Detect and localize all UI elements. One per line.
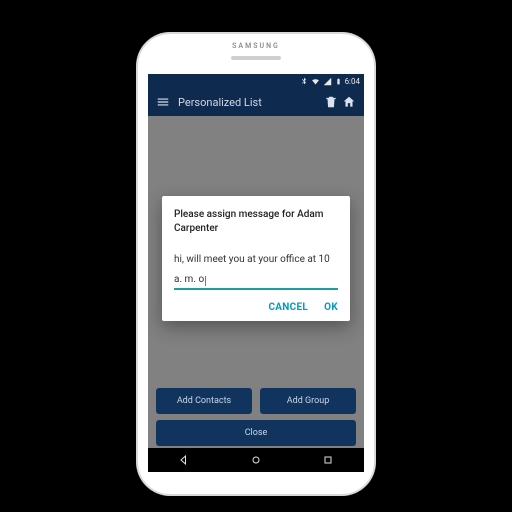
page-title: Personalized List bbox=[178, 96, 262, 109]
back-icon bbox=[178, 454, 190, 466]
screen: 6:04 Personalized List Add Contacts Add … bbox=[148, 74, 364, 472]
wifi-icon bbox=[311, 77, 320, 86]
dialog-input-wrap[interactable]: hi, will meet you at your office at 10 a… bbox=[174, 247, 338, 290]
phone-frame: SAMSUNG 6:04 Personalized List bbox=[138, 34, 374, 494]
message-input[interactable]: hi, will meet you at your office at 10 a… bbox=[174, 254, 330, 285]
status-bar: 6:04 bbox=[148, 74, 364, 88]
nav-back-button[interactable] bbox=[178, 454, 190, 466]
dialog-actions: CANCEL OK bbox=[174, 302, 338, 313]
app-bar: Personalized List bbox=[148, 88, 364, 116]
assign-message-dialog: Please assign message for Adam Carpenter… bbox=[162, 196, 350, 321]
speaker bbox=[231, 56, 281, 60]
battery-icon bbox=[335, 77, 342, 86]
cancel-button[interactable]: CANCEL bbox=[268, 302, 308, 313]
bluetooth-icon bbox=[300, 77, 308, 85]
close-button[interactable]: Close bbox=[156, 420, 356, 446]
home-icon bbox=[342, 95, 356, 109]
circle-icon bbox=[250, 454, 262, 466]
add-contacts-button[interactable]: Add Contacts bbox=[156, 388, 252, 414]
square-icon bbox=[322, 454, 334, 466]
action-area: Add Contacts Add Group Close bbox=[148, 388, 364, 446]
trash-icon bbox=[324, 95, 338, 109]
delete-button[interactable] bbox=[322, 93, 340, 111]
ok-button[interactable]: OK bbox=[324, 302, 338, 313]
android-nav-bar bbox=[148, 448, 364, 472]
add-group-button[interactable]: Add Group bbox=[260, 388, 356, 414]
home-button[interactable] bbox=[340, 93, 358, 111]
dialog-title: Please assign message for Adam Carpenter bbox=[174, 208, 338, 235]
input-underline bbox=[174, 288, 338, 290]
nav-recent-button[interactable] bbox=[322, 454, 334, 466]
menu-button[interactable] bbox=[154, 93, 172, 111]
nav-home-button[interactable] bbox=[250, 454, 262, 466]
text-cursor bbox=[205, 276, 206, 286]
status-clock: 6:04 bbox=[345, 77, 360, 86]
signal-icon bbox=[323, 77, 332, 86]
device-brand: SAMSUNG bbox=[232, 42, 280, 50]
hamburger-icon bbox=[156, 95, 170, 109]
